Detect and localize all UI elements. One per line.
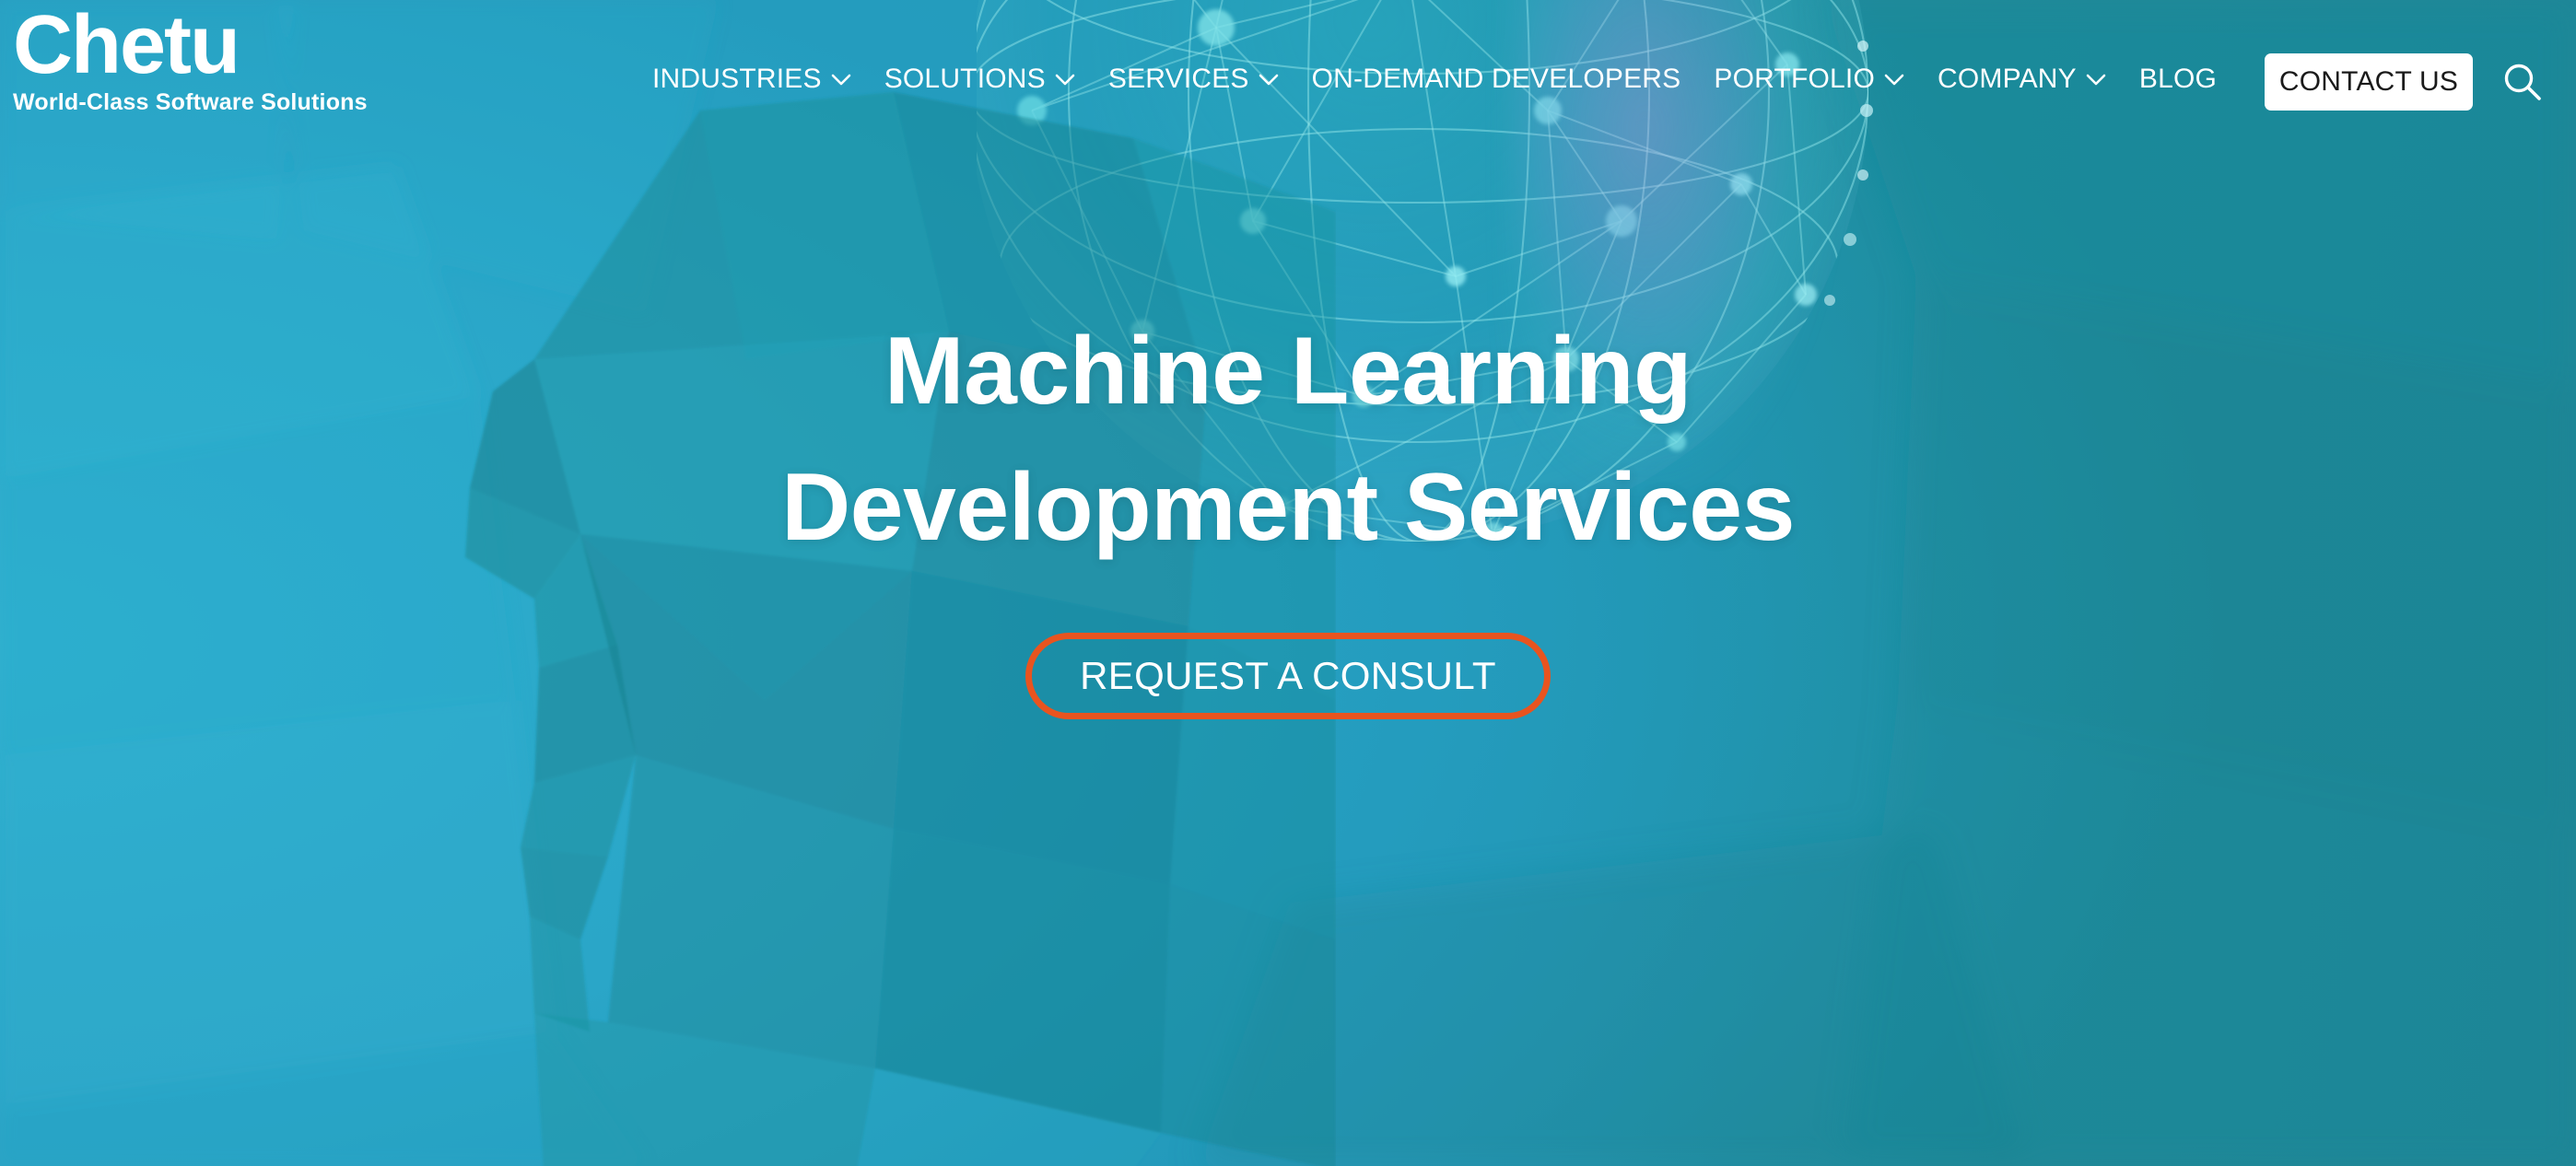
nav-item-services[interactable]: SERVICES — [1092, 53, 1295, 105]
nav-item-blog[interactable]: BLOG — [2123, 53, 2233, 105]
nav-label-portfolio: PORTFOLIO — [1714, 64, 1875, 94]
contact-us-button[interactable]: CONTACT US — [2265, 53, 2473, 111]
nav-item-industries[interactable]: INDUSTRIES — [636, 53, 868, 105]
nav-label-blog: BLOG — [2138, 64, 2218, 94]
logo-wordmark: Chetu — [13, 0, 240, 91]
nav-label-solutions: SOLUTIONS — [884, 64, 1046, 94]
chevron-down-icon — [2086, 74, 2106, 86]
chevron-down-icon — [831, 74, 851, 86]
site-logo[interactable]: Chetu World-Class Software Solutions — [13, 0, 381, 116]
logo-tagline: World-Class Software Solutions — [13, 88, 368, 115]
nav-item-portfolio[interactable]: PORTFOLIO — [1697, 53, 1921, 105]
nav-item-on-demand-developers[interactable]: ON-DEMAND DEVELOPERS — [1295, 53, 1698, 105]
nav-label-industries: INDUSTRIES — [652, 64, 822, 94]
nav-label-on-demand-developers: ON-DEMAND DEVELOPERS — [1311, 64, 1681, 94]
hero-title-line-2: Development Services — [781, 453, 1795, 561]
nav-label-services: SERVICES — [1107, 64, 1249, 94]
hero-content: Machine Learning Development Services RE… — [0, 304, 2576, 720]
page-title: Machine Learning Development Services — [0, 304, 2576, 576]
request-a-consult-button[interactable]: REQUEST A CONSULT — [1025, 633, 1551, 720]
hero-title-line-1: Machine Learning — [884, 318, 1692, 425]
primary-navigation: INDUSTRIES SOLUTIONS SERVICES ON-DEMAND … — [636, 53, 2233, 105]
hero-banner: Chetu World-Class Software Solutions IND… — [0, 0, 2576, 1166]
search-button[interactable] — [2497, 57, 2548, 109]
search-icon — [2501, 61, 2544, 106]
chevron-down-icon — [1259, 74, 1279, 86]
chevron-down-icon — [1055, 74, 1075, 86]
site-header: Chetu World-Class Software Solutions IND… — [0, 0, 2576, 175]
chevron-down-icon — [1884, 74, 1904, 86]
nav-label-company: COMPANY — [1938, 64, 2077, 94]
nav-item-company[interactable]: COMPANY — [1921, 53, 2123, 105]
nav-item-solutions[interactable]: SOLUTIONS — [868, 53, 1092, 105]
